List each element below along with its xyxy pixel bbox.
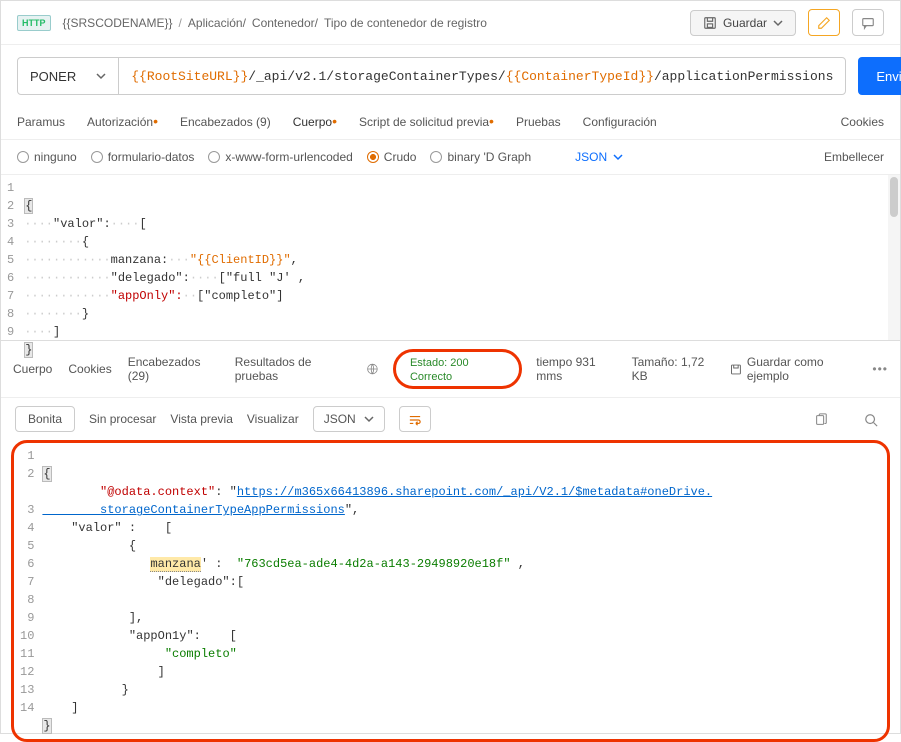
url-path-1: /_api/v2.1/storageContainerTypes/ (248, 69, 505, 84)
response-time: tiempo 931 mms (536, 355, 617, 383)
code-content[interactable]: { ····"valor":····[ ········{ ··········… (24, 175, 888, 340)
tab-prereq[interactable]: Script de solicitud previa• (359, 115, 494, 129)
highlighted-key: manzana (150, 557, 200, 572)
search-icon (864, 413, 878, 427)
save-icon (730, 363, 742, 376)
cookies-link[interactable]: Cookies (841, 115, 884, 129)
tab-tests[interactable]: Pruebas (516, 115, 561, 129)
radio-icon (17, 151, 29, 163)
url-path-2: /applicationPermissions (654, 69, 833, 84)
tab-body[interactable]: Cuerpo• (293, 115, 337, 129)
tab-headers[interactable]: Encabezados (9) (180, 115, 271, 129)
save-button[interactable]: Guardar (690, 10, 796, 36)
method-select[interactable]: PONER (18, 58, 119, 94)
tab-pretty[interactable]: Bonita (15, 406, 75, 432)
crumb-1[interactable]: Aplicación/ (188, 16, 246, 30)
crumb-0[interactable]: {{SRSCODENAME}} (63, 16, 173, 30)
search-button[interactable] (856, 408, 886, 431)
tab-params[interactable]: Paramus (17, 115, 65, 129)
chevron-down-icon (96, 71, 106, 81)
comment-button[interactable] (852, 9, 884, 36)
resp-tab-headers[interactable]: Encabezados (29) (128, 355, 219, 383)
body-formdata[interactable]: formulario-datos (91, 150, 195, 164)
status-highlight: Estado: 200 Correcto (393, 349, 522, 389)
copy-icon (814, 413, 828, 427)
more-options[interactable]: ••• (872, 362, 888, 376)
radio-icon (91, 151, 103, 163)
response-format-select[interactable]: JSON (313, 406, 385, 432)
crumb-3: Tipo de contenedor de registro (324, 16, 487, 30)
resp-tab-body[interactable]: Cuerpo (13, 362, 52, 376)
copy-button[interactable] (806, 408, 836, 431)
line-gutter: 123456789 (1, 175, 24, 340)
response-body[interactable]: 12 34567891011121314 { "@odata.context":… (14, 443, 887, 739)
body-urlencoded[interactable]: x-www-form-urlencoded (208, 150, 352, 164)
globe-icon (366, 362, 379, 376)
chevron-down-icon (773, 18, 783, 28)
wrap-toggle[interactable] (399, 406, 431, 432)
save-icon (703, 16, 717, 30)
chevron-down-icon (613, 152, 623, 162)
wrap-icon (408, 414, 422, 426)
status-text: Estado: 200 Correcto (410, 357, 469, 383)
beautify-link[interactable]: Embellecer (824, 150, 884, 164)
radio-icon (208, 151, 220, 163)
save-label: Guardar (723, 16, 767, 30)
resp-code-content[interactable]: { "@odata.context": "https://m365x664138… (42, 443, 887, 739)
tab-raw[interactable]: Sin procesar (89, 412, 156, 426)
method-label: PONER (30, 69, 76, 84)
body-format-select[interactable]: JSON (575, 150, 623, 164)
body-raw[interactable]: Crudo (367, 150, 417, 164)
send-label: Enviar (858, 69, 901, 84)
url-input[interactable]: {{RootSiteURL}}/_api/v2.1/storageContain… (119, 69, 845, 84)
radio-icon (430, 151, 442, 163)
request-body-editor[interactable]: 123456789 { ····"valor":····[ ········{ … (1, 175, 900, 341)
crumb-2[interactable]: Contenedor/ (252, 16, 318, 30)
response-size: Tamaño: 1,72 KB (632, 355, 716, 383)
chevron-down-icon (364, 414, 374, 424)
tab-settings[interactable]: Configuración (583, 115, 657, 129)
scroll-thumb[interactable] (890, 177, 898, 217)
tab-auth[interactable]: Autorización• (87, 115, 158, 129)
body-binary[interactable]: binary 'D Graph (430, 150, 531, 164)
tab-preview[interactable]: Vista previa (170, 412, 232, 426)
resp-tab-cookies[interactable]: Cookies (68, 362, 111, 376)
edit-button[interactable] (808, 9, 840, 36)
breadcrumb: {{SRSCODENAME}} / Aplicación/ Contenedor… (63, 16, 678, 30)
scrollbar-vertical[interactable] (888, 175, 900, 340)
comment-icon (861, 16, 875, 30)
tab-visualize[interactable]: Visualizar (247, 412, 299, 426)
response-highlight: 12 34567891011121314 { "@odata.context":… (11, 440, 890, 742)
resp-line-gutter: 12 34567891011121314 (14, 443, 42, 739)
url-var-containerid: {{ContainerTypeId}} (506, 69, 654, 84)
url-var-rootsite: {{RootSiteURL}} (131, 69, 248, 84)
send-button[interactable]: Enviar (858, 57, 901, 95)
http-badge: HTTP (17, 15, 51, 31)
save-example-button[interactable]: Guardar como ejemplo (730, 355, 858, 383)
resp-tab-results[interactable]: Resultados de pruebas (235, 355, 350, 383)
radio-selected-icon (367, 151, 379, 163)
body-none[interactable]: ninguno (17, 150, 77, 164)
pencil-icon (817, 16, 831, 30)
